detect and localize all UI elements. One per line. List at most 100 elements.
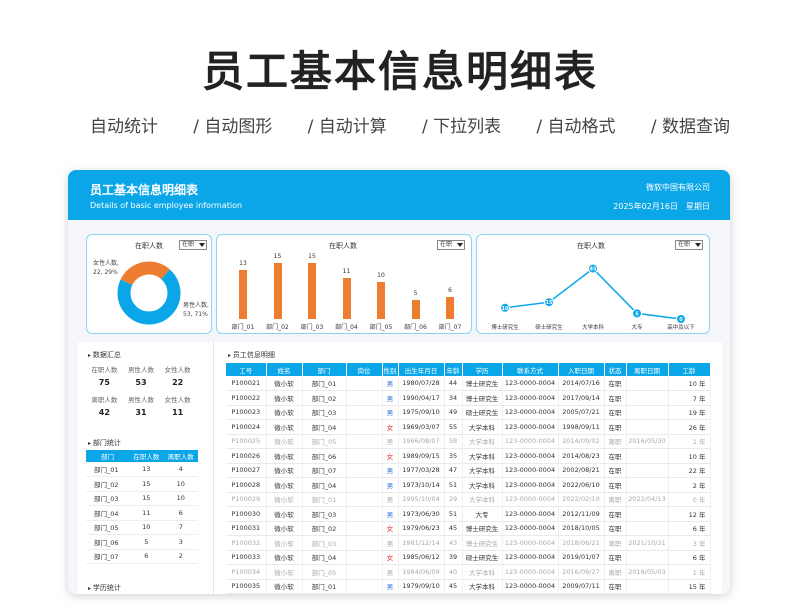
table-row[interactable]: P100027 微小软 部门_07 男 1977/03/28 47 大学本科 123-0000… bbox=[226, 463, 711, 478]
table-row[interactable]: P100031 微小软 部门_02 女 1979/06/23 45 博士研究生 123-000… bbox=[226, 521, 711, 536]
table-row[interactable]: P100030 微小软 部门_03 男 1973/06/30 51 大专 123-0000-0… bbox=[226, 506, 711, 522]
employee-header-cell[interactable]: 工号 bbox=[226, 363, 267, 376]
line-series bbox=[504, 267, 682, 320]
employee-cell: 2022/02/10 bbox=[558, 492, 605, 507]
table-row[interactable]: P100023 微小软 部门_03 男 1975/09/10 49 硕士研究生 123-000… bbox=[226, 405, 711, 420]
table-row: 部门_05 10 7 bbox=[86, 520, 198, 535]
employee-header-cell[interactable]: 学历 bbox=[462, 363, 503, 376]
table-row[interactable]: P100028 微小软 部门_04 男 1973/10/14 51 大学本科 123-0000… bbox=[226, 477, 711, 493]
employee-cell: 男 bbox=[382, 579, 399, 594]
table-row[interactable]: P100026 微小软 部门_06 女 1989/09/15 35 大学本科 123-0000… bbox=[226, 448, 711, 464]
employee-header-cell[interactable]: 部门 bbox=[302, 363, 347, 376]
employee-cell: 1989/09/15 bbox=[398, 448, 445, 464]
line-category-label: 硕士研究生 bbox=[535, 323, 563, 331]
line-point-label: 5 bbox=[635, 311, 639, 317]
table-row[interactable]: P100029 微小软 部门_01 男 1995/10/04 29 大学本科 123-0000… bbox=[226, 492, 711, 507]
table-row[interactable]: P100022 微小软 部门_02 男 1990/04/17 34 博士研究生 123-000… bbox=[226, 390, 711, 406]
employee-header-cell[interactable]: 状态 bbox=[604, 363, 627, 376]
employee-cell: 大学本科 bbox=[462, 434, 503, 449]
employee-cell: 123-0000-0004 bbox=[502, 463, 559, 478]
employee-cell bbox=[346, 376, 383, 391]
employee-cell: 博士研究生 bbox=[462, 390, 503, 406]
employee-cell: 123-0000-0004 bbox=[502, 492, 559, 507]
employee-cell: 部门_04 bbox=[302, 419, 347, 435]
dept-cell: 10 bbox=[163, 491, 198, 506]
line-category-label: 博士研究生 bbox=[491, 323, 519, 331]
employee-header-cell[interactable]: 出生年月日 bbox=[398, 363, 445, 376]
employee-cell: 45 bbox=[444, 579, 463, 594]
employee-cell: 部门_01 bbox=[302, 579, 347, 594]
date: 2025年02月16日 bbox=[613, 202, 678, 211]
employee-cell: 微小软 bbox=[266, 405, 303, 420]
employee-cell: 在职 bbox=[604, 579, 627, 594]
employee-cell: 部门_02 bbox=[302, 521, 347, 536]
employee-cell: 2 年 bbox=[668, 477, 711, 493]
date-display: 2025年02月16日 星期日 bbox=[605, 201, 710, 212]
employee-cell bbox=[346, 419, 383, 435]
employee-cell: 男 bbox=[382, 506, 399, 522]
employee-cell: 微小软 bbox=[266, 463, 303, 478]
app-title: 员工基本信息明细表 bbox=[90, 183, 199, 197]
employee-header-cell[interactable]: 工龄 bbox=[668, 363, 711, 376]
employee-cell: P100026 bbox=[226, 448, 267, 464]
summary-value: 42 bbox=[98, 408, 110, 417]
employee-cell: 2022/04/13 bbox=[626, 492, 669, 507]
table-row[interactable]: P100025 微小软 部门_05 男 1966/08/07 58 大学本科 123-0000… bbox=[226, 434, 711, 449]
employee-cell: 0 年 bbox=[668, 492, 711, 507]
employee-header-cell[interactable]: 岗位 bbox=[346, 363, 383, 376]
employee-cell: 123-0000-0004 bbox=[502, 376, 559, 391]
line-category-label: 高中及以下 bbox=[667, 323, 695, 331]
table-row[interactable]: P100033 微小软 部门_04 女 1985/06/12 39 硕士研究生 123-000… bbox=[226, 550, 711, 565]
table-row[interactable]: P100034 微小软 部门_05 男 1984/06/09 40 大学本科 123-0000… bbox=[226, 564, 711, 580]
bar-category-label: 部门_02 bbox=[266, 324, 289, 331]
employee-cell: 1973/06/30 bbox=[398, 506, 445, 522]
employee-cell bbox=[626, 463, 669, 478]
weekday: 星期日 bbox=[686, 202, 710, 211]
employee-cell: 部门_04 bbox=[302, 477, 347, 493]
employee-cell: 微小软 bbox=[266, 448, 303, 464]
employee-cell: 大学本科 bbox=[462, 564, 503, 580]
summary-label: 男性人数 bbox=[127, 396, 154, 404]
employee-cell bbox=[346, 492, 383, 507]
table-row[interactable]: P100024 微小软 部门_04 女 1969/03/07 55 大学本科 123-0000… bbox=[226, 419, 711, 435]
employee-cell: 2019/01/07 bbox=[558, 550, 605, 565]
table-row[interactable]: P100032 微小软 部门_03 男 1981/12/14 43 博士研究生 123-000… bbox=[226, 535, 711, 551]
bar-category-label: 部门_01 bbox=[231, 324, 255, 331]
employee-cell: 部门_05 bbox=[302, 434, 347, 449]
employee-header-cell[interactable]: 入职日期 bbox=[558, 363, 605, 376]
line-category-label: 大学本科 bbox=[582, 323, 605, 331]
employee-cell: 微小软 bbox=[266, 550, 303, 565]
female-label: 女性人数, 22, 29% bbox=[93, 259, 119, 277]
employee-header-cell[interactable]: 联系方式 bbox=[502, 363, 559, 376]
employee-cell: 2018/05/03 bbox=[626, 564, 669, 580]
employee-cell: 2016/05/30 bbox=[626, 434, 669, 449]
summary-label: 女性人数 bbox=[164, 366, 191, 374]
employee-cell: 51 bbox=[444, 506, 463, 522]
employee-header-cell[interactable]: 姓名 bbox=[266, 363, 303, 376]
table-row: 部门_02 15 10 bbox=[86, 476, 198, 492]
employee-cell: 10 年 bbox=[668, 448, 711, 464]
employee-cell: 1979/06/23 bbox=[398, 521, 445, 536]
bar-value-label: 15 bbox=[308, 252, 316, 260]
employee-cell: P100024 bbox=[226, 419, 267, 435]
employee-cell: 6 年 bbox=[668, 521, 711, 536]
table-row[interactable]: P100035 微小软 部门_01 男 1979/09/10 45 大学本科 123-0000… bbox=[226, 579, 711, 594]
employee-cell: 1969/03/07 bbox=[398, 419, 445, 435]
employee-header-cell[interactable]: 离职日期 bbox=[626, 363, 669, 376]
employee-cell bbox=[346, 506, 383, 522]
male-value: 53, 71% bbox=[183, 311, 208, 318]
feature-item: / 自动计算 bbox=[307, 117, 387, 137]
employee-cell: 男 bbox=[382, 535, 399, 551]
employee-header-cell[interactable]: 年龄 bbox=[444, 363, 463, 376]
employee-cell bbox=[346, 521, 383, 536]
employee-header-cell[interactable]: 性别 bbox=[382, 363, 399, 376]
table-row[interactable]: P100021 微小软 部门_01 男 1980/07/28 44 博士研究生 123-000… bbox=[226, 376, 711, 391]
line-category-label: 大专 bbox=[631, 323, 643, 331]
employee-cell: 43 bbox=[444, 535, 463, 551]
summary-label: 男性人数 bbox=[127, 366, 154, 374]
dept-cell: 2 bbox=[163, 549, 198, 564]
bar bbox=[446, 296, 454, 319]
male-label-text: 男性人数, bbox=[183, 302, 209, 309]
female-label-text: 女性人数, bbox=[93, 260, 119, 267]
employee-cell: 39 bbox=[444, 550, 463, 565]
